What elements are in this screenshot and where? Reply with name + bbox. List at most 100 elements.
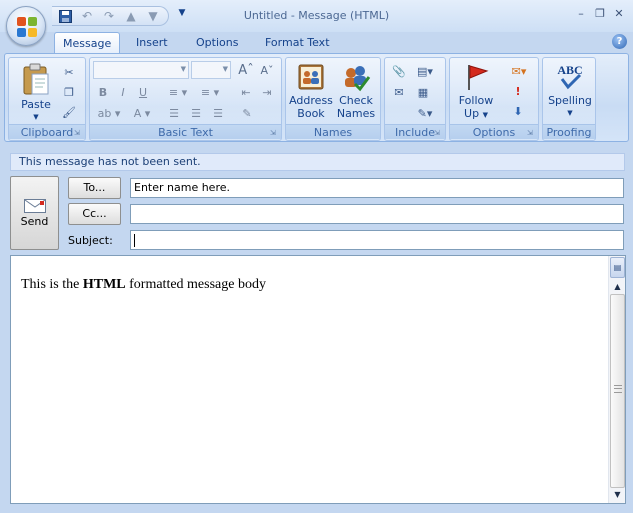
highlight-icon[interactable]: ab ▾: [94, 104, 124, 122]
next-item-icon[interactable]: ▼: [144, 8, 162, 24]
tab-format-text[interactable]: Format Text: [257, 32, 338, 54]
cc-field[interactable]: [130, 204, 624, 224]
shrink-font-icon[interactable]: Aˇ: [257, 61, 277, 79]
send-button[interactable]: Send: [10, 176, 59, 250]
basic-text-launcher-icon[interactable]: ⇲: [270, 129, 278, 137]
ruler-toggle-icon[interactable]: ▤: [610, 257, 625, 278]
info-bar: This message has not been sent.: [10, 153, 625, 171]
follow-up-flag-icon: [468, 65, 489, 90]
spelling-icon: ABC: [557, 63, 583, 90]
business-card-icon[interactable]: ▤▾: [413, 63, 437, 79]
spelling-label: Spelling: [548, 94, 592, 107]
address-book-button[interactable]: Address Book: [289, 62, 333, 120]
check-names-label-1: Check: [339, 94, 373, 107]
increase-indent-icon[interactable]: ⇥: [257, 83, 277, 101]
scroll-up-icon[interactable]: ▲: [611, 280, 624, 293]
clipboard-group: Paste ▼ ✂ ❐ 🖌 Clipboard ⇲: [8, 57, 86, 141]
minimize-icon[interactable]: –: [573, 6, 589, 20]
attach-item-icon[interactable]: ✉: [391, 84, 407, 100]
tab-options[interactable]: Options: [188, 32, 246, 54]
check-names-icon: [345, 66, 371, 92]
tab-message[interactable]: Message: [54, 32, 121, 54]
close-icon[interactable]: ✕: [611, 6, 627, 20]
proofing-group: ABC Spelling ▼ Proofing: [542, 57, 596, 141]
text-caret: [134, 233, 135, 247]
include-group: 📎 ▤▾ ✉ ▦ ✎▾ Include ⇲: [384, 57, 446, 141]
address-book-label-2: Book: [297, 107, 325, 120]
font-name-select[interactable]: ▼: [93, 61, 189, 79]
underline-icon[interactable]: U: [134, 83, 152, 101]
signature-icon[interactable]: ✎▾: [413, 105, 437, 121]
office-logo-icon: [17, 17, 37, 37]
save-icon[interactable]: [56, 8, 74, 24]
names-group: Address Book Check Names Names: [285, 57, 381, 141]
follow-up-label-1: Follow: [458, 94, 494, 107]
clipboard-launcher-icon[interactable]: ⇲: [74, 129, 82, 137]
follow-up-label-2-text: Up: [464, 107, 480, 120]
help-icon[interactable]: ?: [612, 34, 627, 49]
tab-insert[interactable]: Insert: [128, 32, 176, 54]
basic-text-group: ▼ ▼ Aˆ Aˇ B I U ≡ ▾ ≡ ▾ ⇤ ⇥ ab ▾ A ▾ ☰ ☰…: [89, 57, 282, 141]
ribbon-tabs: Message Insert Options Format Text ?: [0, 30, 633, 54]
vertical-scrollbar[interactable]: ▤ ▲ ▼: [608, 256, 625, 503]
subject-label: Subject:: [68, 234, 113, 247]
quick-access-toolbar: ↶ ↷ ▲ ▼: [52, 6, 169, 26]
decrease-indent-icon[interactable]: ⇤: [236, 83, 256, 101]
high-importance-icon[interactable]: !: [510, 83, 526, 99]
align-left-icon[interactable]: ☰: [164, 104, 184, 122]
to-field[interactable]: Enter name here.: [130, 178, 624, 198]
copy-icon[interactable]: ❐: [61, 84, 77, 100]
address-book-icon: [298, 64, 324, 90]
bold-icon[interactable]: B: [94, 83, 112, 101]
cut-icon[interactable]: ✂: [61, 64, 77, 80]
format-painter-icon[interactable]: 🖌: [61, 104, 77, 120]
check-names-button[interactable]: Check Names: [334, 62, 378, 120]
bullets-icon[interactable]: ≡ ▾: [164, 83, 192, 101]
follow-up-label-2: Up ▼: [464, 107, 488, 120]
paste-icon: [23, 63, 49, 95]
body-text-bold: HTML: [82, 277, 126, 292]
options-group-label: Options: [450, 124, 538, 139]
message-body[interactable]: This is the HTML formatted message body …: [10, 255, 626, 504]
check-names-label-2: Names: [336, 107, 376, 120]
address-book-label-1: Address: [289, 94, 333, 107]
proofing-group-label: Proofing: [543, 124, 595, 139]
customize-qat-icon[interactable]: ▼: [175, 8, 189, 24]
ribbon: Paste ▼ ✂ ❐ 🖌 Clipboard ⇲ ▼ ▼ Aˆ Aˇ B I …: [4, 53, 629, 142]
window-controls: – ❐ ✕: [573, 6, 627, 20]
spelling-button[interactable]: ABC Spelling ▼: [545, 62, 595, 120]
restore-icon[interactable]: ❐: [592, 6, 608, 20]
font-color-icon[interactable]: A ▾: [128, 104, 156, 122]
subject-field[interactable]: [130, 230, 624, 250]
clear-formatting-icon[interactable]: ✎: [236, 104, 258, 122]
follow-up-button[interactable]: Follow Up ▼: [453, 62, 499, 122]
options-launcher-icon[interactable]: ⇲: [527, 129, 535, 137]
options-group: Follow Up ▼ ✉▾ ! ⬇ Options ⇲: [449, 57, 539, 141]
permission-icon[interactable]: ✉▾: [506, 63, 532, 79]
to-button[interactable]: To...: [68, 177, 121, 199]
attach-file-icon[interactable]: 📎: [391, 63, 407, 79]
cc-button[interactable]: Cc...: [68, 203, 121, 225]
align-center-icon[interactable]: ☰: [186, 104, 206, 122]
font-size-select[interactable]: ▼: [191, 61, 231, 79]
send-label: Send: [20, 215, 49, 228]
scroll-grip-icon: [614, 385, 622, 393]
names-group-label: Names: [286, 124, 380, 139]
low-importance-icon[interactable]: ⬇: [510, 103, 526, 119]
align-right-icon[interactable]: ☰: [208, 104, 228, 122]
send-envelope-icon: [23, 199, 46, 213]
numbering-icon[interactable]: ≡ ▾: [196, 83, 224, 101]
redo-icon[interactable]: ↷: [100, 8, 118, 24]
calendar-icon[interactable]: ▦: [415, 84, 431, 100]
message-body-text: This is the HTML formatted message body: [21, 277, 266, 293]
italic-icon[interactable]: I: [114, 83, 132, 101]
scroll-down-icon[interactable]: ▼: [611, 488, 624, 501]
previous-item-icon[interactable]: ▲: [122, 8, 140, 24]
paste-button[interactable]: Paste ▼: [15, 62, 57, 124]
body-text-end: formatted message body: [125, 277, 266, 292]
office-button[interactable]: [6, 6, 46, 46]
scroll-thumb[interactable]: [610, 294, 625, 488]
undo-icon[interactable]: ↶: [78, 8, 96, 24]
include-launcher-icon[interactable]: ⇲: [434, 129, 442, 137]
grow-font-icon[interactable]: Aˆ: [236, 61, 256, 79]
